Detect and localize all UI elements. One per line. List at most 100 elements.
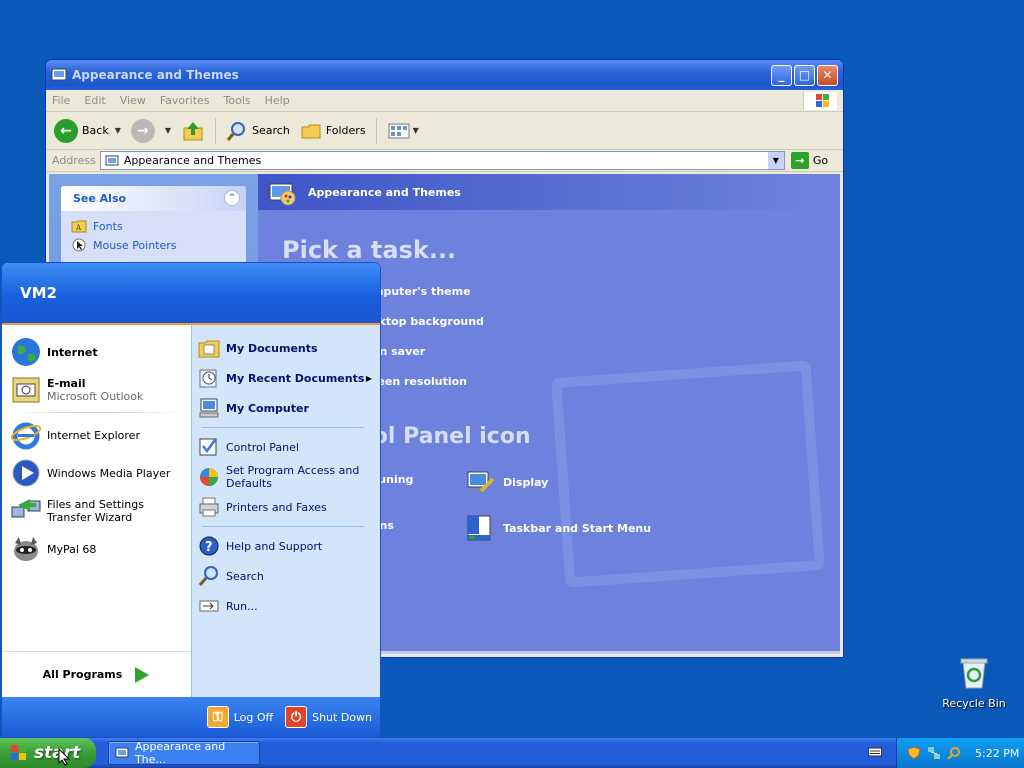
- go-button[interactable]: → Go: [790, 152, 829, 169]
- clock[interactable]: 5:22 PM: [975, 747, 1019, 760]
- maximize-button[interactable]: □: [794, 64, 815, 86]
- address-field[interactable]: Appearance and Themes ▼: [99, 151, 785, 170]
- search-tray-icon[interactable]: [947, 746, 961, 760]
- recent-mypal-label: MyPal 68: [47, 542, 97, 556]
- my-computer-icon: [199, 398, 219, 418]
- shut-down-button[interactable]: ⏻ Shut Down: [285, 706, 372, 728]
- recent-mypal[interactable]: MyPal 68: [2, 530, 191, 568]
- start-menu-places: My Documents My Recent Documents ▶ My Co…: [191, 325, 380, 697]
- media-player-icon: [12, 459, 40, 487]
- back-dropdown-icon[interactable]: ▼: [115, 126, 121, 135]
- recent-files-settings-transfer[interactable]: Files and Settings Transfer Wizard: [2, 492, 191, 530]
- my-recent-documents[interactable]: My Recent Documents ▶: [192, 363, 380, 393]
- see-also-title: See Also: [73, 192, 127, 205]
- start-search[interactable]: Search: [192, 561, 380, 591]
- printers-and-faxes[interactable]: Printers and Faxes: [192, 492, 380, 522]
- my-recent-documents-label: My Recent Documents: [226, 371, 365, 385]
- control-panel[interactable]: Control Panel: [192, 432, 380, 462]
- menu-favorites[interactable]: Favorites: [160, 94, 210, 107]
- start-menu: VM2 Internet E-mail Microsoft Outlook In…: [1, 262, 381, 738]
- my-documents[interactable]: My Documents: [192, 333, 380, 363]
- key-icon: ⚿: [206, 706, 229, 728]
- up-folder-button[interactable]: [181, 119, 205, 143]
- cp-icon-display-label: Display: [503, 475, 549, 489]
- views-icon: [388, 123, 410, 138]
- run-icon: [199, 600, 219, 612]
- minimize-icon: _: [778, 68, 785, 82]
- views-button[interactable]: ▼: [387, 121, 419, 141]
- folders-label: Folders: [325, 124, 366, 137]
- display-icon: [467, 471, 495, 493]
- back-button[interactable]: ← Back ▼: [54, 118, 121, 143]
- menu-file[interactable]: File: [52, 94, 70, 107]
- taskbar: start Appearance and The... 5:22 PM: [0, 738, 1024, 768]
- task-screen-resolution[interactable]: reen resolution: [372, 375, 467, 388]
- security-shield-icon[interactable]: [907, 746, 921, 760]
- cp-icon-display[interactable]: Display: [465, 467, 548, 497]
- recycle-bin-label: Recycle Bin: [942, 697, 1006, 710]
- all-programs-button[interactable]: All Programs: [2, 651, 191, 697]
- forward-dropdown-icon[interactable]: ▼: [165, 126, 171, 135]
- see-also-panel: See Also ⌃ A Fonts Mouse Pointers: [61, 186, 246, 269]
- close-button[interactable]: ✕: [817, 64, 838, 86]
- go-label: Go: [812, 154, 829, 167]
- minimize-button[interactable]: _: [771, 64, 792, 86]
- recent-fast-label: Files and Settings Transfer Wizard: [47, 498, 144, 524]
- forward-button[interactable]: → ▼: [130, 118, 171, 143]
- start-search-label: Search: [226, 569, 264, 583]
- recent-windows-media-player[interactable]: Windows Media Player: [2, 454, 191, 492]
- title-bar[interactable]: Appearance and Themes _ □ ✕: [46, 60, 843, 90]
- run[interactable]: Run...: [192, 591, 380, 621]
- pinned-email[interactable]: E-mail Microsoft Outlook: [2, 371, 191, 409]
- recent-documents-icon: [199, 369, 217, 388]
- maximize-icon: □: [798, 68, 811, 82]
- start-menu-divider: [12, 412, 181, 413]
- see-also-fonts[interactable]: A Fonts: [71, 219, 236, 233]
- help-and-support[interactable]: ? Help and Support: [192, 531, 380, 561]
- task-change-background[interactable]: sktop background: [372, 315, 484, 328]
- see-also-mouse-pointers[interactable]: Mouse Pointers: [71, 238, 236, 252]
- network-icon[interactable]: [927, 746, 941, 760]
- task-change-theme[interactable]: mputer's theme: [372, 285, 471, 298]
- views-dropdown-icon: ▼: [412, 126, 419, 135]
- collapse-chevron-icon[interactable]: ⌃: [224, 190, 240, 206]
- recent-internet-explorer[interactable]: Internet Explorer: [2, 416, 191, 454]
- toolbar-separator: [375, 117, 377, 144]
- my-documents-label: My Documents: [226, 341, 318, 355]
- menu-edit[interactable]: Edit: [84, 94, 105, 107]
- keyboard-icon[interactable]: [868, 746, 882, 758]
- menu-view[interactable]: View: [120, 94, 146, 107]
- menu-tools[interactable]: Tools: [224, 94, 251, 107]
- recycle-bin[interactable]: Recycle Bin: [942, 656, 1006, 710]
- category-header: Appearance and Themes: [258, 174, 840, 210]
- search-button[interactable]: Search: [226, 120, 290, 142]
- see-also-header[interactable]: See Also ⌃: [61, 186, 246, 211]
- forward-arrow-icon: →: [130, 118, 155, 143]
- address-bar: Address Appearance and Themes ▼ → Go: [46, 150, 843, 172]
- my-computer[interactable]: My Computer: [192, 393, 380, 423]
- windows-logo-icon: [11, 745, 26, 760]
- fonts-folder-icon: A: [71, 220, 87, 233]
- user-name: VM2: [20, 284, 57, 302]
- recent-ie-label: Internet Explorer: [47, 428, 140, 442]
- folders-button[interactable]: Folders: [300, 121, 366, 141]
- outlook-icon: [12, 377, 40, 403]
- system-tray: 5:22 PM: [896, 738, 1024, 768]
- pick-task-heading: Pick a task...: [282, 236, 457, 264]
- cp-icon-taskbar-start-menu[interactable]: Taskbar and Start Menu: [465, 513, 651, 543]
- log-off-button[interactable]: ⚿ Log Off: [206, 706, 273, 728]
- menu-help[interactable]: Help: [265, 94, 290, 107]
- set-program-access[interactable]: Set Program Access and Defaults: [192, 462, 380, 492]
- address-dropdown-icon[interactable]: ▼: [767, 152, 784, 169]
- printers-and-faxes-label: Printers and Faxes: [226, 500, 327, 514]
- window-title: Appearance and Themes: [72, 68, 239, 82]
- start-menu-user-header: VM2: [2, 263, 380, 325]
- search-icon: [226, 121, 246, 141]
- taskbar-window-button[interactable]: Appearance and The...: [108, 740, 260, 766]
- toolbar: ← Back ▼ → ▼ Search Folders ▼: [46, 112, 843, 150]
- help-and-support-label: Help and Support: [226, 539, 323, 553]
- start-button[interactable]: start: [0, 738, 96, 768]
- pinned-internet[interactable]: Internet: [2, 333, 191, 371]
- see-also-fonts-label: Fonts: [93, 219, 123, 233]
- printer-icon: [199, 497, 219, 517]
